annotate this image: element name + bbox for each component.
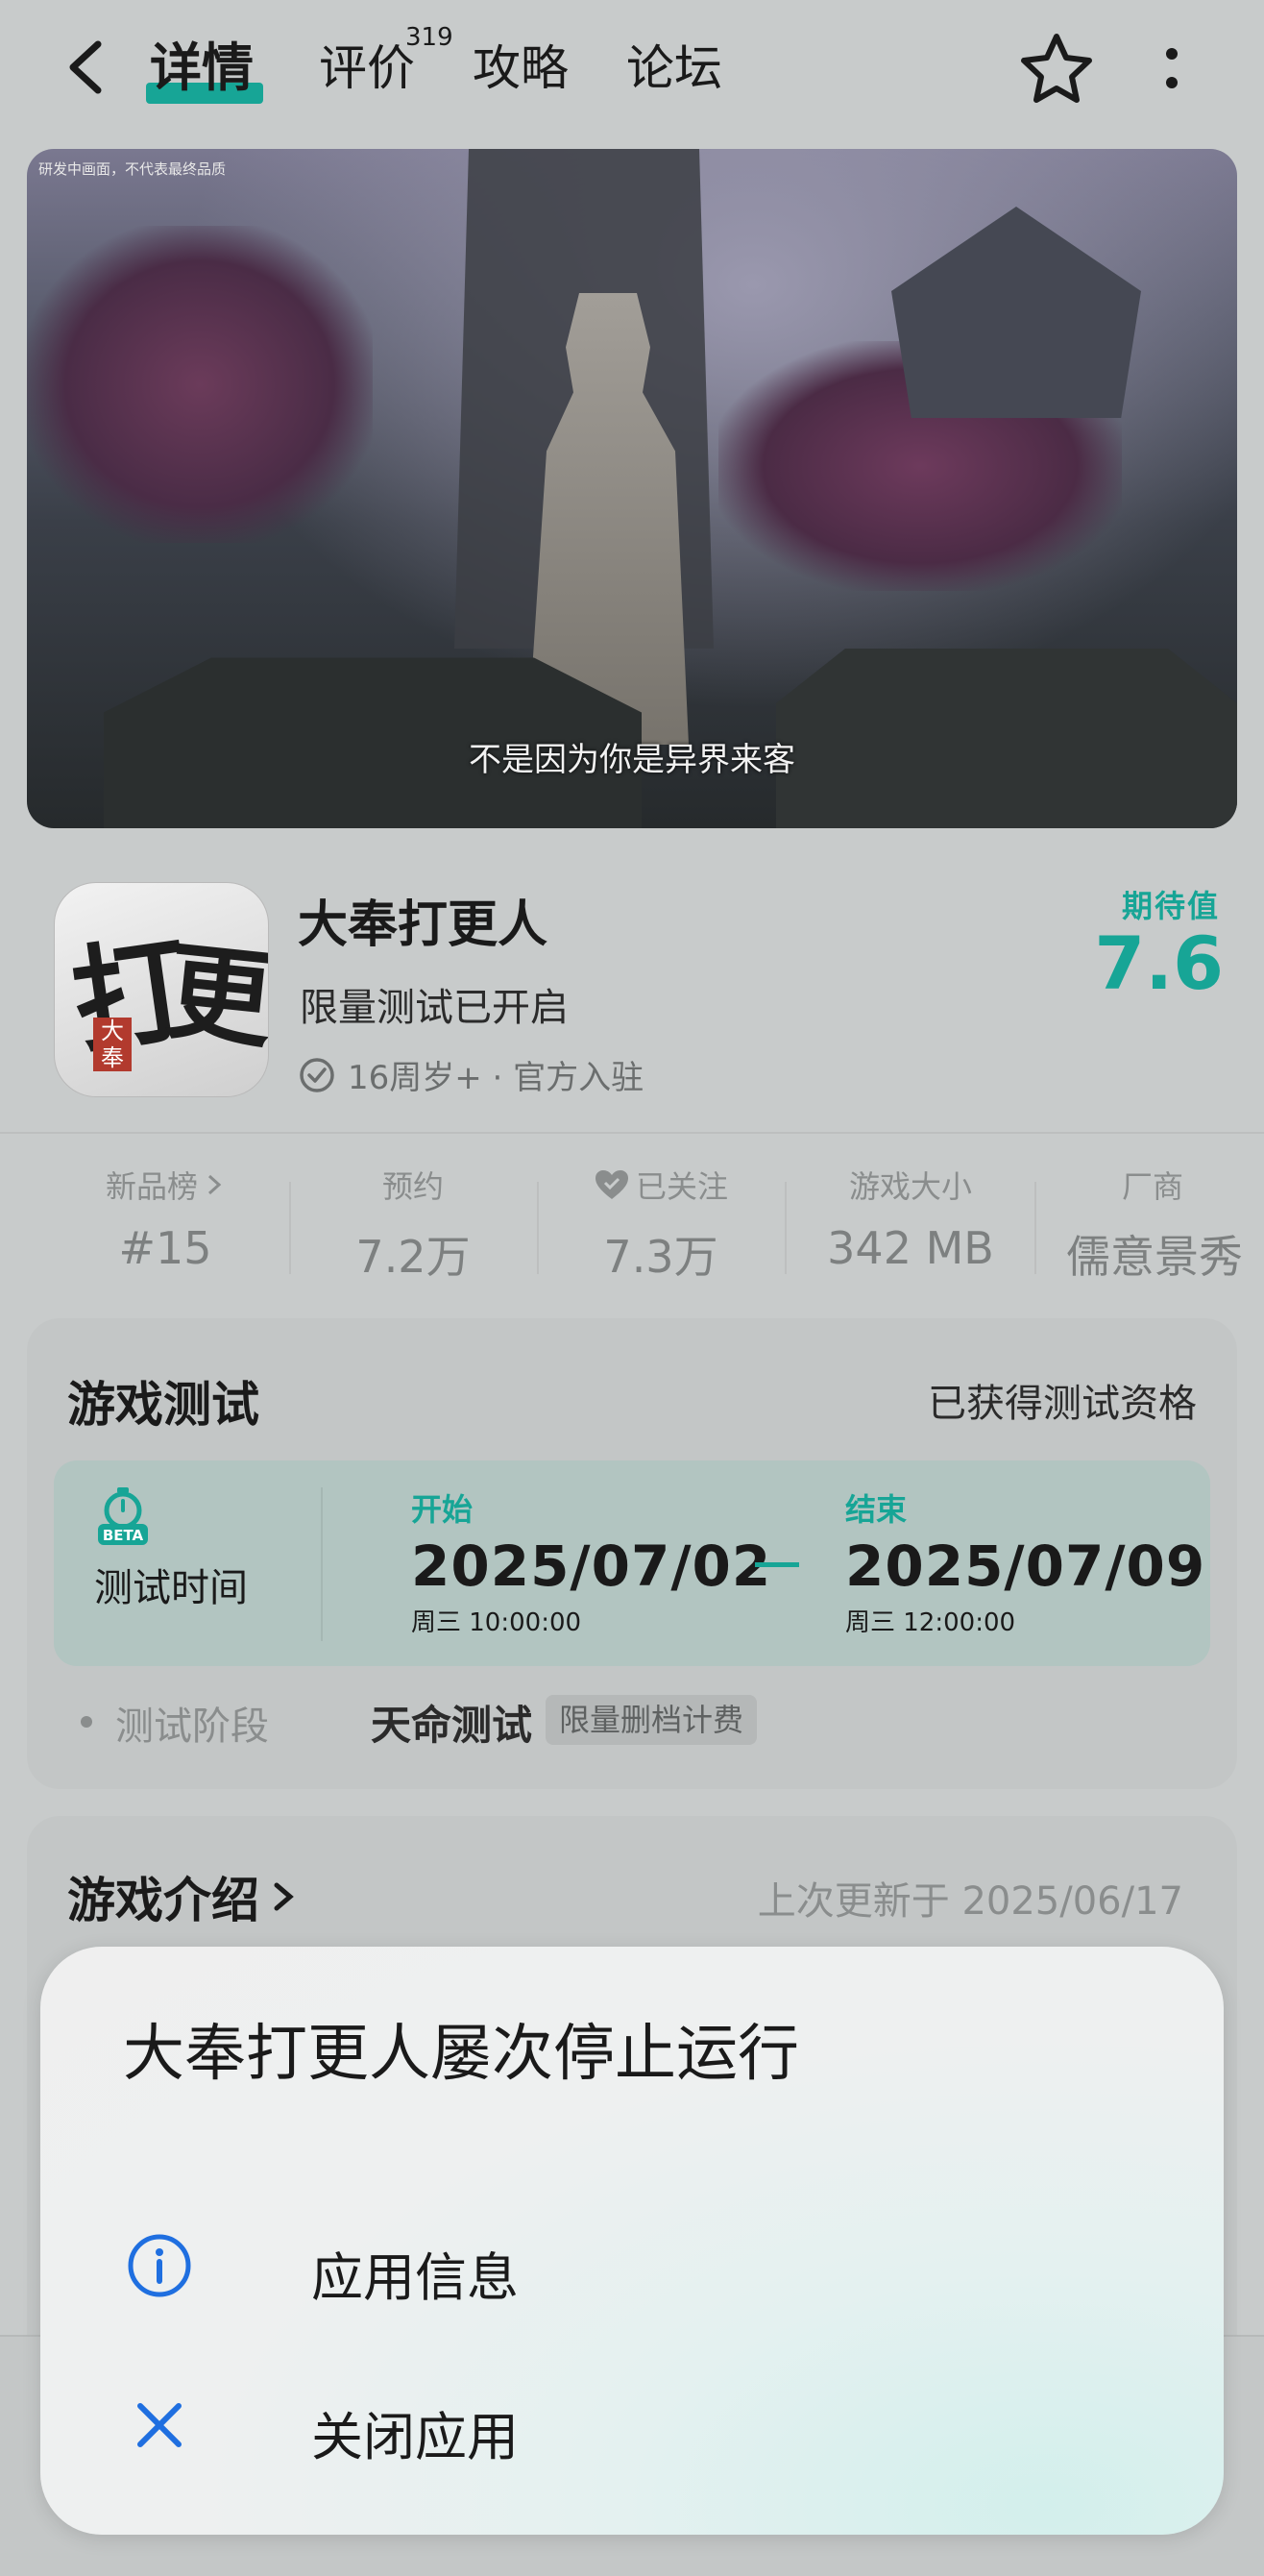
stat-reservations: 预约 7.2万 bbox=[288, 1163, 538, 1286]
info-icon bbox=[128, 2234, 191, 2297]
test-stage-tag: 限量删档计费 bbox=[546, 1695, 758, 1745]
test-end: 结束 2025/07/09 周三 12:00:00 bbox=[845, 1485, 1205, 1638]
stat-followed[interactable]: 已关注 7.3万 bbox=[536, 1163, 786, 1286]
test-start: 开始 2025/07/02 周三 10:00:00 bbox=[411, 1485, 771, 1638]
stat-developer[interactable]: 厂商 儒意景秀 bbox=[1035, 1163, 1264, 1286]
app-status: 限量测试已开启 bbox=[300, 986, 569, 1030]
end-tag: 结束 bbox=[845, 1491, 908, 1528]
stat-label: 已关注 bbox=[635, 1168, 728, 1205]
stat-value: 儒意景秀 bbox=[1066, 1231, 1243, 1283]
stat-game-size: 游戏大小 342 MB bbox=[786, 1163, 1035, 1274]
stat-value: 7.3万 bbox=[603, 1231, 718, 1283]
app-icon: 打 更 大奉 bbox=[54, 882, 269, 1097]
star-favorite-icon[interactable] bbox=[1016, 29, 1097, 110]
app-info-label: 应用信息 bbox=[311, 2247, 519, 2308]
stat-value: 342 MB bbox=[827, 1222, 994, 1274]
chevron-right-icon bbox=[274, 1882, 294, 1911]
test-time-box: BETA 测试时间 开始 2025/07/02 周三 10:00:00 结束 2… bbox=[54, 1460, 1210, 1666]
banner-watermark: 研发中画面，不代表最终品质 bbox=[38, 160, 227, 178]
app-meta: 16周岁+ · 官方入驻 bbox=[298, 1051, 644, 1098]
tab-forum[interactable]: 论坛 bbox=[626, 35, 722, 102]
stats-row: 新品榜 #15 预约 7.2万 已关注 7.3万 游戏大小 342 MB 厂商 … bbox=[0, 1163, 1264, 1283]
beta-badge-text: BETA bbox=[103, 1527, 144, 1544]
start-time: 周三 10:00:00 bbox=[411, 1608, 582, 1637]
banner-subtitle: 不是因为你是异界来客 bbox=[469, 741, 795, 779]
stat-label: 预约 bbox=[381, 1168, 444, 1205]
test-time-label: 测试时间 bbox=[94, 1566, 248, 1610]
test-time-divider bbox=[321, 1487, 323, 1641]
tab-reviews[interactable]: 评价 bbox=[319, 35, 415, 102]
test-stage-label: 测试阶段 bbox=[115, 1705, 269, 1749]
app-name: 大奉打更人 bbox=[298, 896, 548, 954]
stat-value: 7.2万 bbox=[355, 1231, 471, 1283]
tab-guides[interactable]: 攻略 bbox=[473, 35, 569, 102]
divider bbox=[0, 1132, 1264, 1134]
banner-tree bbox=[27, 226, 373, 543]
start-date: 2025/07/02 bbox=[411, 1533, 772, 1599]
beta-timer-icon: BETA bbox=[98, 1487, 148, 1545]
heart-check-icon bbox=[595, 1170, 628, 1199]
app-icon-seal: 大奉 bbox=[93, 1018, 132, 1071]
app-meta-text: 16周岁+ · 官方入驻 bbox=[348, 1059, 644, 1097]
app-crash-dialog: 大奉打更人屡次停止运行 应用信息 关闭应用 bbox=[40, 1947, 1224, 2535]
verified-check-icon bbox=[300, 1057, 334, 1092]
app-icon-glyph: 更 bbox=[160, 928, 269, 1064]
tab-details[interactable]: 详情 bbox=[150, 35, 254, 102]
stat-label: 游戏大小 bbox=[848, 1168, 972, 1205]
test-stage-value: 天命测试 bbox=[371, 1702, 533, 1749]
end-time: 周三 12:00:00 bbox=[845, 1608, 1016, 1637]
last-updated: 上次更新于 2025/06/17 bbox=[757, 1879, 1183, 1924]
dialog-title: 大奉打更人屡次停止运行 bbox=[123, 2019, 799, 2090]
test-title: 游戏测试 bbox=[67, 1377, 259, 1433]
stat-value: #15 bbox=[118, 1222, 212, 1274]
close-app-label: 关闭应用 bbox=[311, 2407, 519, 2467]
back-arrow-icon[interactable] bbox=[60, 37, 117, 98]
review-count-badge: 319 bbox=[405, 23, 453, 52]
end-date: 2025/07/09 bbox=[845, 1533, 1206, 1599]
test-qualification-status: 已获得测试资格 bbox=[928, 1382, 1197, 1426]
bullet-dot bbox=[81, 1716, 92, 1728]
stat-label: 厂商 bbox=[1122, 1168, 1184, 1205]
date-range-dash bbox=[755, 1562, 799, 1567]
video-banner[interactable]: 研发中画面，不代表最终品质 不是因为你是异界来客 bbox=[27, 149, 1237, 828]
expect-value: 7.6 bbox=[1094, 920, 1224, 1006]
close-app-button[interactable]: 关闭应用 bbox=[40, 2362, 1224, 2487]
stat-label: 新品榜 bbox=[105, 1168, 198, 1205]
intro-title-text: 游戏介绍 bbox=[67, 1873, 259, 1928]
chevron-right-icon bbox=[207, 1174, 222, 1195]
start-tag: 开始 bbox=[411, 1491, 474, 1528]
more-options-icon[interactable] bbox=[1153, 38, 1191, 100]
intro-title[interactable]: 游戏介绍 bbox=[67, 1862, 298, 1931]
close-icon bbox=[137, 2403, 182, 2447]
app-info-button[interactable]: 应用信息 bbox=[40, 2202, 1224, 2327]
stat-ranking[interactable]: 新品榜 #15 bbox=[40, 1163, 290, 1274]
top-nav: 详情 评价 319 攻略 论坛 bbox=[0, 0, 1264, 144]
game-test-card: 游戏测试 已获得测试资格 BETA 测试时间 开始 2025/07/02 周三 … bbox=[27, 1318, 1237, 1789]
